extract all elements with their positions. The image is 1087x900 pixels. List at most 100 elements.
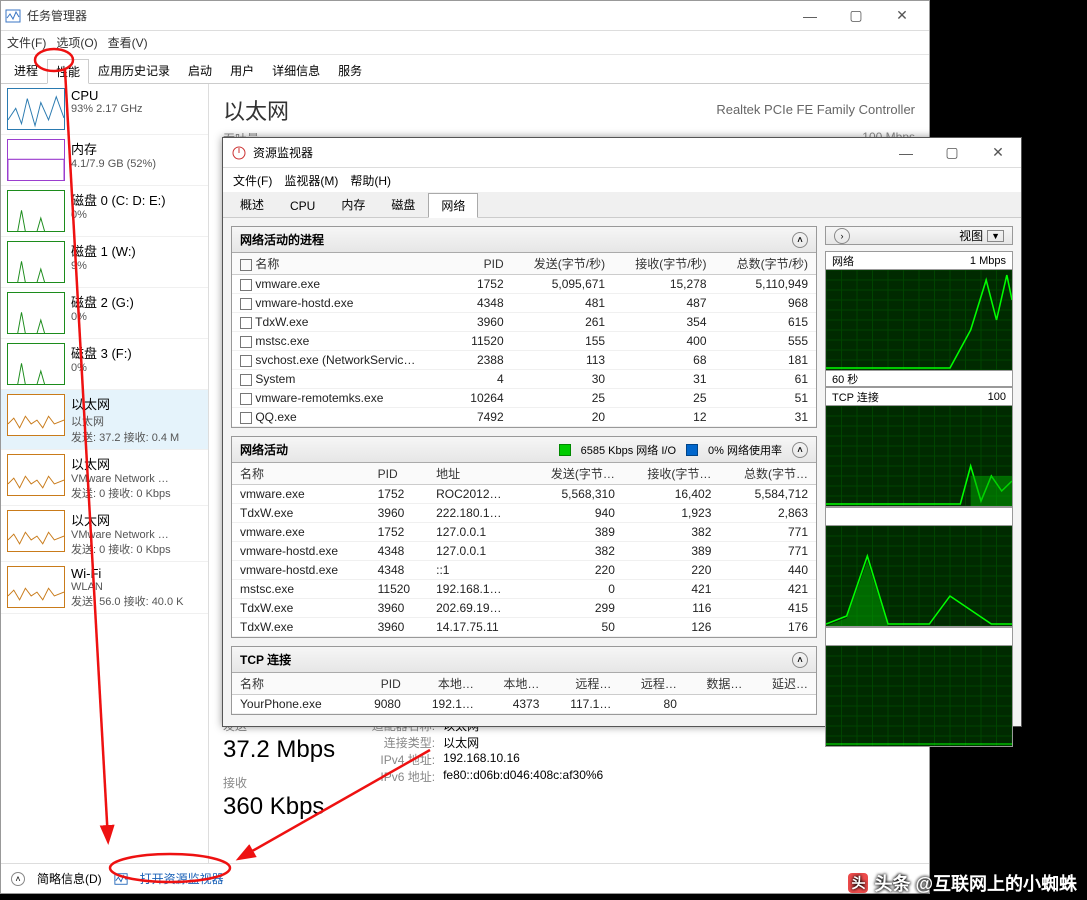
- menu-view[interactable]: 查看(V): [108, 34, 148, 51]
- resource-monitor-icon: [114, 872, 128, 886]
- panel1-title: 网络活动的进程: [240, 231, 324, 248]
- sidebar-item-8[interactable]: 以太网VMware Network …发送: 0 接收: 0 Kbps: [1, 506, 208, 562]
- rm-minimize-button[interactable]: —: [883, 138, 929, 168]
- table-row[interactable]: vmware-hostd.exe4348127.0.0.1382389771: [232, 542, 816, 561]
- column-header[interactable]: 名称: [232, 463, 370, 485]
- table-row[interactable]: vmware-hostd.exe4348481487968: [232, 294, 816, 313]
- column-header[interactable]: 总数(字节/秒): [715, 253, 816, 275]
- rm-tab-network[interactable]: 网络: [428, 193, 478, 218]
- sidebar-item-sub: 发送: 56.0 接收: 40.0 K: [71, 593, 184, 609]
- collapse-icon[interactable]: ˄: [792, 232, 808, 248]
- tab-performance[interactable]: 性能: [47, 59, 89, 84]
- column-header[interactable]: 延迟…: [750, 673, 816, 695]
- rm-menu-help[interactable]: 帮助(H): [350, 172, 391, 189]
- table-row[interactable]: TdxW.exe3960202.69.19…299116415: [232, 599, 816, 618]
- checkbox[interactable]: [240, 374, 252, 386]
- tab-users[interactable]: 用户: [221, 58, 263, 83]
- checkbox[interactable]: [240, 279, 252, 291]
- column-header[interactable]: 名称: [232, 673, 355, 695]
- rm-maximize-button[interactable]: ▢: [929, 138, 975, 168]
- minimize-button[interactable]: —: [787, 1, 833, 31]
- collapse-icon[interactable]: ˄: [792, 652, 808, 668]
- checkbox[interactable]: [240, 336, 252, 348]
- rm-tab-overview[interactable]: 概述: [227, 192, 277, 217]
- table-row[interactable]: vmware-hostd.exe4348::1220220440: [232, 561, 816, 580]
- rm-tabs: 概述 CPU 内存 磁盘 网络: [223, 192, 1021, 218]
- column-header[interactable]: 发送(字节/秒): [512, 253, 613, 275]
- table-row[interactable]: TdxW.exe396014.17.75.1150126176: [232, 618, 816, 637]
- rm-menu-file[interactable]: 文件(F): [233, 172, 272, 189]
- sidebar-item-title: 磁盘 0 (C: D: E:): [71, 190, 166, 209]
- table-row[interactable]: TdxW.exe3960222.180.1…9401,9232,863: [232, 504, 816, 523]
- rm-close-button[interactable]: ✕: [975, 138, 1021, 168]
- checkbox[interactable]: [240, 259, 252, 271]
- column-header[interactable]: 数据…: [685, 673, 751, 695]
- sidebar-item-0[interactable]: CPU93% 2.17 GHz: [1, 84, 208, 135]
- charts-nav-icon[interactable]: ›: [834, 228, 850, 244]
- table-row[interactable]: vmware.exe1752ROC2012…5,568,31016,4025,5…: [232, 485, 816, 504]
- sidebar-item-4[interactable]: 磁盘 2 (G:)0%: [1, 288, 208, 339]
- maximize-button[interactable]: ▢: [833, 1, 879, 31]
- sidebar-item-6[interactable]: 以太网以太网发送: 37.2 接收: 0.4 M: [1, 390, 208, 450]
- column-header[interactable]: 远程…: [547, 673, 619, 695]
- tab-details[interactable]: 详细信息: [263, 58, 329, 83]
- prop-value: 192.168.10.16: [443, 751, 520, 768]
- table-row[interactable]: vmware.exe1752127.0.0.1389382771: [232, 523, 816, 542]
- tab-app-history[interactable]: 应用历史记录: [89, 58, 179, 83]
- menu-file[interactable]: 文件(F): [7, 34, 46, 51]
- collapse-icon[interactable]: ˄: [792, 442, 808, 458]
- column-header[interactable]: 发送(字节…: [526, 463, 623, 485]
- column-header[interactable]: PID: [355, 673, 409, 695]
- tm-titlebar[interactable]: 任务管理器 — ▢ ✕: [1, 1, 929, 31]
- rm-menu-monitor[interactable]: 监视器(M): [284, 172, 338, 189]
- table-row[interactable]: svchost.exe (NetworkServic…238811368181: [232, 351, 816, 370]
- tm-title: 任务管理器: [27, 7, 787, 24]
- column-header[interactable]: PID: [454, 253, 511, 275]
- panel3-title: TCP 连接: [240, 651, 291, 668]
- tab-processes[interactable]: 进程: [5, 58, 47, 83]
- checkbox[interactable]: [240, 355, 252, 367]
- table-row[interactable]: QQ.exe7492201231: [232, 408, 816, 427]
- column-header[interactable]: 名称: [232, 253, 454, 275]
- sidebar-item-9[interactable]: Wi-FiWLAN发送: 56.0 接收: 40.0 K: [1, 562, 208, 614]
- tab-services[interactable]: 服务: [329, 58, 371, 83]
- panel2-table: 名称PID地址发送(字节…接收(字节…总数(字节…vmware.exe1752R…: [232, 463, 816, 637]
- table-row[interactable]: vmware.exe17525,095,67115,2785,110,949: [232, 275, 816, 294]
- checkbox[interactable]: [240, 412, 252, 424]
- sidebar-item-3[interactable]: 磁盘 1 (W:)9%: [1, 237, 208, 288]
- table-row[interactable]: vmware-remotemks.exe10264252551: [232, 389, 816, 408]
- column-header[interactable]: 本地…: [482, 673, 548, 695]
- rm-tab-cpu[interactable]: CPU: [277, 195, 328, 217]
- column-header[interactable]: 本地…: [409, 673, 482, 695]
- fewer-details[interactable]: 简略信息(D): [37, 870, 102, 887]
- sidebar-item-2[interactable]: 磁盘 0 (C: D: E:)0%: [1, 186, 208, 237]
- checkbox[interactable]: [240, 298, 252, 310]
- column-header[interactable]: 接收(字节/秒): [613, 253, 714, 275]
- table-row[interactable]: YourPhone.exe9080192.1…4373117.1…80: [232, 695, 816, 714]
- column-header[interactable]: 地址: [428, 463, 526, 485]
- column-header[interactable]: 远程…: [619, 673, 685, 695]
- table-row[interactable]: mstsc.exe11520155400555: [232, 332, 816, 351]
- rm-titlebar[interactable]: 资源监视器 — ▢ ✕: [223, 138, 1021, 168]
- table-row[interactable]: mstsc.exe11520192.168.1…0421421: [232, 580, 816, 599]
- tab-startup[interactable]: 启动: [179, 58, 221, 83]
- checkbox[interactable]: [240, 393, 252, 405]
- sidebar-item-7[interactable]: 以太网VMware Network …发送: 0 接收: 0 Kbps: [1, 450, 208, 506]
- rm-tab-memory[interactable]: 内存: [328, 192, 378, 217]
- close-button[interactable]: ✕: [879, 1, 925, 31]
- column-header[interactable]: 总数(字节…: [719, 463, 816, 485]
- column-header[interactable]: PID: [370, 463, 429, 485]
- rm-tab-disk[interactable]: 磁盘: [378, 192, 428, 217]
- open-resource-monitor-link[interactable]: 打开资源监视器: [140, 870, 224, 887]
- view-dropdown-icon[interactable]: ▼: [987, 230, 1004, 242]
- checkbox[interactable]: [240, 317, 252, 329]
- sidebar-item-sub: 以太网: [71, 413, 179, 429]
- task-manager-icon: [5, 8, 21, 24]
- table-row[interactable]: System4303161: [232, 370, 816, 389]
- chevron-icon[interactable]: ˄: [11, 872, 25, 886]
- menu-options[interactable]: 选项(O): [56, 34, 97, 51]
- column-header[interactable]: 接收(字节…: [623, 463, 720, 485]
- sidebar-item-5[interactable]: 磁盘 3 (F:)0%: [1, 339, 208, 390]
- table-row[interactable]: TdxW.exe3960261354615: [232, 313, 816, 332]
- sidebar-item-1[interactable]: 内存4.1/7.9 GB (52%): [1, 135, 208, 186]
